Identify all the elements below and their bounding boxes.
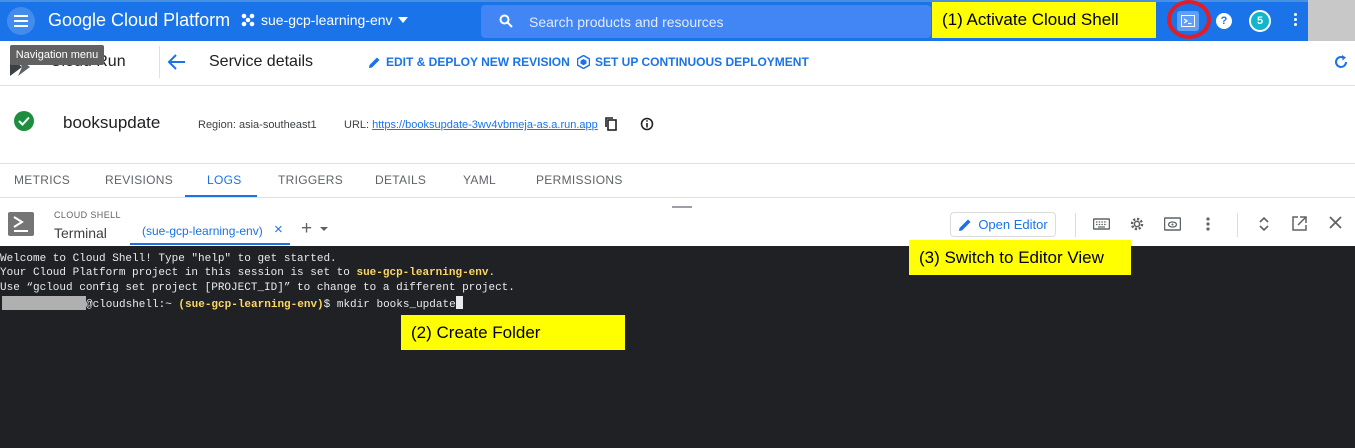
checkmark-icon — [18, 116, 30, 126]
cloud-shell-highlight-ring — [1167, 0, 1211, 39]
status-ok-icon — [14, 111, 34, 131]
menu-icon-bar — [14, 20, 28, 22]
terminal-cursor — [455, 296, 463, 309]
edit-deploy-button[interactable]: EDIT & DEPLOY NEW REVISION — [368, 55, 570, 69]
expand-icon[interactable] — [1258, 216, 1270, 232]
terminal-project: sue-gcp-learning-env — [356, 267, 489, 279]
close-icon[interactable] — [1329, 216, 1342, 229]
tab-yaml[interactable]: YAML — [463, 173, 496, 187]
cloud-shell-subtitle: Terminal — [54, 225, 107, 241]
tabs-separator — [0, 197, 1355, 198]
tab-revisions[interactable]: REVISIONS — [105, 173, 173, 187]
cloud-shell-icon — [8, 212, 34, 236]
web-preview-icon[interactable] — [1164, 216, 1181, 232]
project-selector[interactable]: sue-gcp-learning-env — [240, 12, 408, 28]
url-label: URL: — [344, 119, 370, 131]
prompt-host: @cloudshell:~ — [86, 299, 179, 311]
terminal-panel[interactable]: Welcome to Cloud Shell! Type "help" to g… — [0, 246, 1355, 448]
search-bar[interactable] — [481, 5, 931, 38]
prompt-symbol: $ — [323, 299, 337, 311]
navigation-menu-tooltip: Navigation menu — [10, 45, 104, 65]
terminal-prompt-line: @cloudshell:~ (sue-gcp-learning-env)$ mk… — [0, 296, 463, 311]
service-name: booksupdate — [63, 113, 161, 132]
add-session-icon[interactable]: + — [301, 218, 312, 240]
project-hexagon-icon — [241, 13, 255, 27]
info-separator — [0, 163, 1355, 164]
kebab-dot — [1294, 23, 1297, 26]
tab-logs[interactable]: LOGS — [207, 173, 242, 187]
callout-switch-editor: (3) Switch to Editor View — [909, 240, 1131, 275]
terminal-text: . — [488, 267, 496, 279]
cloud-shell-resize-handle[interactable] — [672, 206, 692, 208]
project-name: sue-gcp-learning-env — [261, 12, 393, 28]
continuous-deployment-button[interactable]: SET UP CONTINUOUS DEPLOYMENT — [577, 55, 809, 69]
redacted-username — [2, 296, 86, 310]
cloud-build-icon — [577, 55, 590, 69]
open-editor-label: Open Editor — [978, 217, 1048, 232]
service-region: Region: asia-southeast1 — [198, 119, 317, 131]
terminal-line: Use “gcloud config set project [PROJECT_… — [0, 282, 515, 294]
terminal-text: Your Cloud Platform project in this sess… — [0, 267, 357, 279]
info-icon[interactable] — [640, 117, 654, 131]
menu-icon-bar — [14, 25, 28, 27]
tab-details[interactable]: DETAILS — [375, 173, 426, 187]
terminal-line: Welcome to Cloud Shell! Type "help" to g… — [0, 253, 337, 265]
keyboard-icon[interactable] — [1093, 216, 1110, 232]
tab-permissions[interactable]: PERMISSIONS — [536, 173, 623, 187]
tab-triggers[interactable]: TRIGGERS — [278, 173, 343, 187]
navigation-menu-button[interactable] — [7, 7, 35, 35]
terminal-line: Your Cloud Platform project in this sess… — [0, 267, 495, 279]
menu-icon-bar — [14, 15, 28, 17]
tab-metrics[interactable]: METRICS — [14, 173, 70, 187]
back-arrow-icon[interactable] — [166, 52, 188, 72]
kebab-dot — [1294, 13, 1297, 16]
callout-activate-cloud-shell: (1) Activate Cloud Shell — [932, 2, 1156, 38]
continuous-deployment-label: SET UP CONTINUOUS DEPLOYMENT — [595, 55, 809, 69]
toolbar-separator — [1075, 213, 1076, 237]
session-dropdown-icon[interactable] — [320, 227, 328, 231]
terminal-command: mkdir books_update — [336, 299, 456, 311]
refresh-icon[interactable] — [1333, 54, 1349, 70]
cloud-shell-title: CLOUD SHELL — [54, 210, 121, 220]
kebab-dot — [1294, 18, 1297, 21]
service-url-link[interactable]: https://booksupdate-3wv4vbmeja-as.a.run.… — [372, 119, 598, 131]
callout-create-folder: (2) Create Folder — [401, 315, 625, 350]
prompt-project: (sue-gcp-learning-env) — [178, 299, 324, 311]
page-title: Service details — [209, 53, 314, 70]
account-avatar-area[interactable] — [1308, 0, 1355, 41]
session-tab-indicator — [130, 243, 290, 245]
copy-icon[interactable] — [605, 117, 617, 131]
session-tab-label[interactable]: (sue-gcp-learning-env) — [142, 224, 263, 238]
more-options-icon[interactable] — [1294, 13, 1297, 26]
edit-deploy-label: EDIT & DEPLOY NEW REVISION — [386, 55, 570, 69]
help-icon[interactable]: ? — [1216, 13, 1232, 29]
search-input[interactable] — [529, 5, 919, 38]
open-editor-button[interactable]: Open Editor — [950, 212, 1056, 237]
header-separator — [0, 85, 1355, 86]
open-in-new-window-icon[interactable] — [1292, 216, 1307, 231]
chevron-down-icon — [397, 17, 408, 23]
header-divider — [159, 46, 160, 78]
more-options-icon[interactable] — [1205, 216, 1211, 232]
search-icon — [499, 14, 513, 28]
close-session-icon[interactable]: × — [274, 221, 283, 238]
service-url-row: URL: https://booksupdate-3wv4vbmeja-as.a… — [344, 119, 598, 131]
screenshot-root: Google Cloud Platform sue-gcp-learning-e… — [0, 0, 1355, 448]
notifications-badge[interactable]: 5 — [1249, 10, 1271, 32]
brand-title[interactable]: Google Cloud Platform — [48, 10, 230, 31]
toolbar-separator — [1237, 213, 1238, 237]
gear-icon[interactable] — [1129, 216, 1145, 232]
pencil-icon — [959, 219, 971, 231]
pencil-icon — [369, 57, 380, 68]
